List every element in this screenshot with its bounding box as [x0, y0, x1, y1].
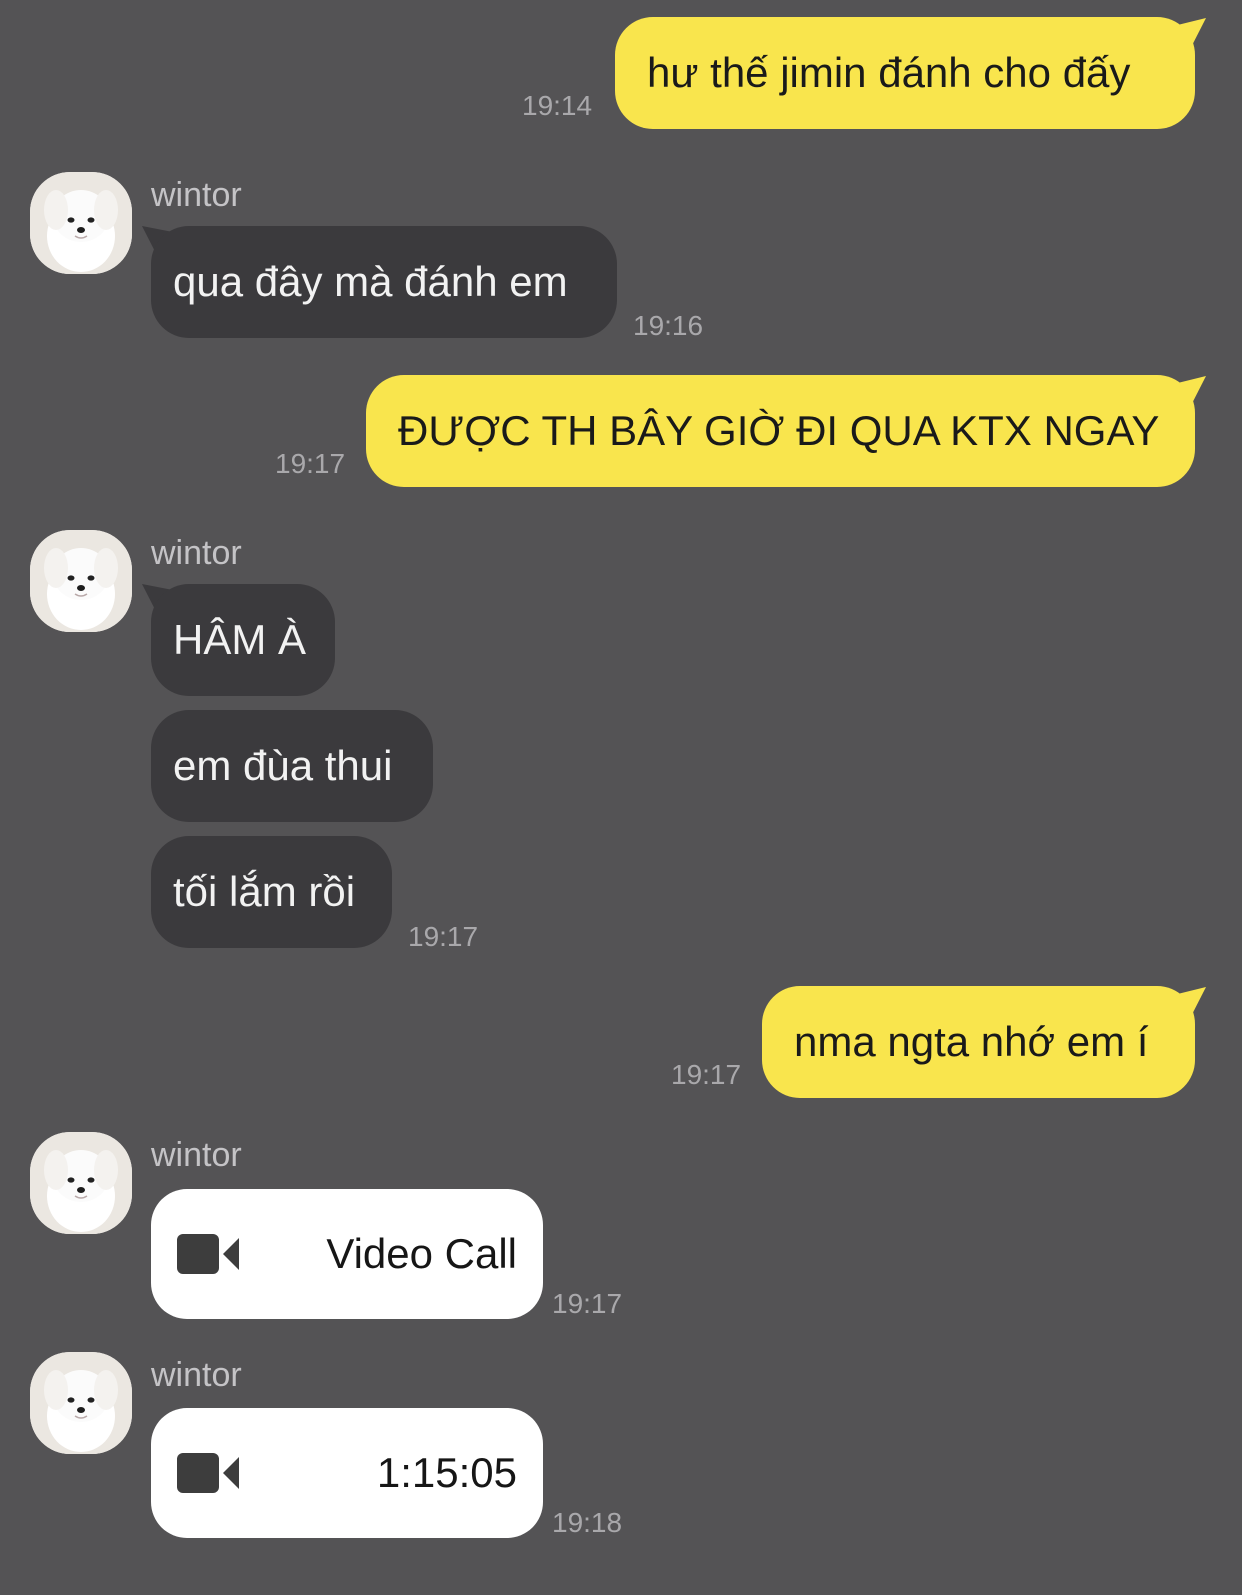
message-text: hư thế jimin đánh cho đấy [647, 49, 1131, 96]
avatar-dog-image [30, 172, 132, 274]
chat-thread[interactable]: 19:14 hư thế jimin đánh cho đấy wintor q… [0, 0, 1242, 1595]
sender-name: wintor [151, 1356, 242, 1394]
message-time: 19:14 [522, 90, 593, 121]
sent-message-bubble[interactable]: nma ngta nhớ em í [762, 986, 1195, 1098]
video-camera-icon [177, 1234, 239, 1274]
avatar-dog-image [30, 530, 132, 632]
message-text: em đùa thui [173, 742, 393, 789]
received-message-bubble[interactable]: em đùa thui [151, 710, 433, 822]
avatar[interactable] [30, 172, 132, 274]
received-message-bubble[interactable]: HÂM À [151, 584, 335, 696]
message-time: 19:17 [275, 448, 346, 479]
avatar[interactable] [30, 1352, 132, 1454]
message-time: 19:17 [671, 1059, 742, 1090]
avatar-dog-image [30, 1132, 132, 1234]
sender-name: wintor [151, 534, 242, 572]
avatar-dog-image [30, 1352, 132, 1454]
call-duration: 1:15:05 [376, 1449, 517, 1496]
sent-message-bubble[interactable]: ĐƯỢC TH BÂY GIỜ ĐI QUA KTX NGAY [366, 375, 1195, 487]
message-text: qua đây mà đánh em [173, 258, 568, 305]
message-time: 19:16 [633, 310, 704, 341]
received-message-bubble[interactable]: tối lắm rồi [151, 836, 392, 948]
message-text: ĐƯỢC TH BÂY GIỜ ĐI QUA KTX NGAY [398, 407, 1160, 454]
sent-message-bubble[interactable]: hư thế jimin đánh cho đấy [615, 17, 1195, 129]
avatar[interactable] [30, 1132, 132, 1234]
sender-name: wintor [151, 176, 242, 214]
avatar[interactable] [30, 530, 132, 632]
received-message-bubble[interactable]: qua đây mà đánh em [151, 226, 617, 338]
message-text: HÂM À [173, 616, 307, 663]
video-call-bubble[interactable]: 1:15:05 [151, 1408, 543, 1538]
sender-name: wintor [151, 1136, 242, 1174]
message-time: 19:17 [552, 1288, 623, 1319]
message-text: tối lắm rồi [173, 868, 356, 915]
message-text: nma ngta nhớ em í [794, 1018, 1149, 1065]
video-call-bubble[interactable]: Video Call [151, 1189, 543, 1319]
message-time: 19:18 [552, 1507, 623, 1538]
call-label: Video Call [326, 1230, 517, 1277]
message-time: 19:17 [408, 921, 479, 952]
video-camera-icon [177, 1453, 239, 1493]
